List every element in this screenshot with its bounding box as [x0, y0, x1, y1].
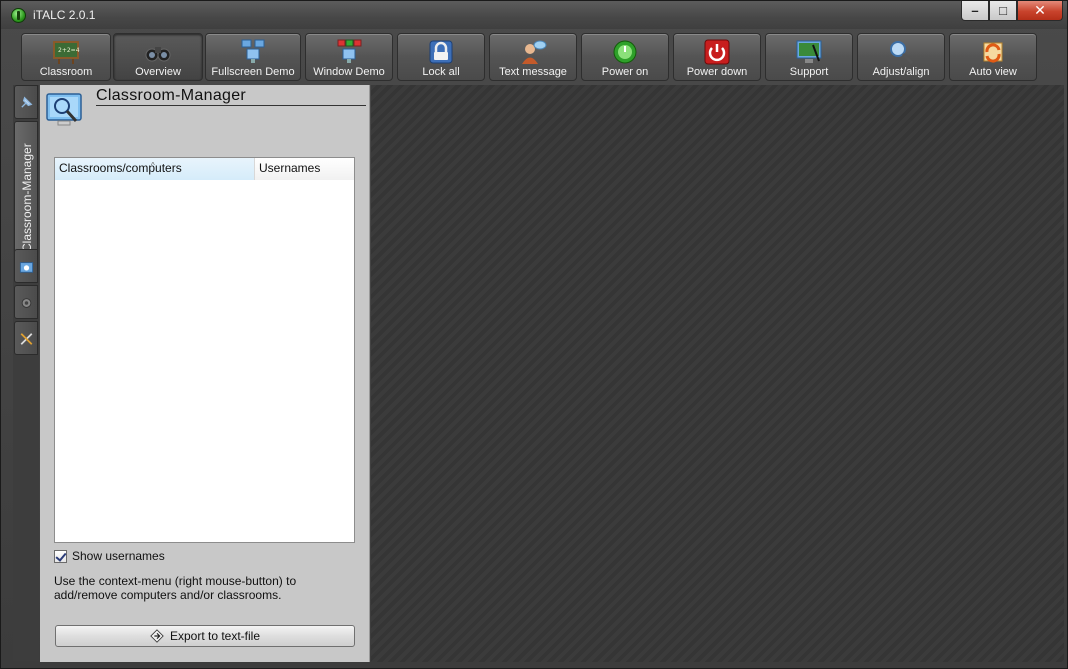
support-icon	[796, 40, 822, 63]
panel-title: Classroom-Manager	[96, 87, 247, 104]
power-down-label: Power down	[686, 66, 748, 78]
side-tab-bar: Classroom-Manager	[13, 85, 39, 661]
computer-overview-area[interactable]	[371, 85, 1064, 662]
window-demo-label: Window Demo	[313, 66, 385, 78]
power-on-button[interactable]: Power on	[581, 33, 669, 81]
classroom-manager-icon	[46, 93, 82, 126]
fullscreen-demo-button[interactable]: Fullscreen Demo	[205, 33, 301, 81]
power-down-icon	[704, 39, 730, 65]
adjust-align-label: Adjust/align	[872, 66, 930, 78]
power-on-label: Power on	[601, 66, 649, 78]
power-on-icon	[613, 40, 637, 64]
snapshot-icon	[19, 262, 34, 273]
binoculars-icon	[145, 47, 171, 62]
column-header-classrooms-label: Classrooms/computers	[59, 161, 182, 175]
side-tab-tools[interactable]	[14, 285, 38, 319]
show-usernames-checkbox[interactable]	[54, 549, 67, 563]
minimize-button[interactable]: –	[961, 1, 989, 21]
title-bar[interactable]: iTALC 2.0.1 – □ ✕	[1, 1, 1067, 29]
fullscreen-demo-label: Fullscreen Demo	[211, 66, 295, 78]
magnifier-icon	[890, 41, 914, 65]
adjust-align-button[interactable]: Adjust/align	[857, 33, 945, 81]
support-button[interactable]: Support	[765, 33, 853, 81]
column-header-usernames[interactable]: Usernames	[255, 158, 354, 180]
auto-view-icon	[983, 42, 1003, 63]
auto-view-label: Auto view	[969, 66, 1017, 78]
sort-ascending-icon: ^	[151, 161, 155, 170]
panel-title-underline	[96, 105, 366, 106]
maximize-button[interactable]: □	[989, 1, 1017, 21]
column-header-usernames-label: Usernames	[259, 161, 321, 175]
close-icon: ✕	[1034, 2, 1046, 18]
auto-view-button[interactable]: Auto view	[949, 33, 1037, 81]
text-message-label: Text message	[499, 66, 567, 78]
window-demo-button[interactable]: Window Demo	[305, 33, 393, 81]
window-demo-icon	[337, 39, 362, 63]
lock-icon	[429, 40, 453, 64]
classroom-tree[interactable]: ^ Classrooms/computers Usernames	[54, 157, 355, 543]
show-usernames-label: Show usernames	[72, 549, 165, 563]
classroom-manager-panel: Classroom-Manager ^ Classrooms/computers…	[40, 85, 370, 662]
minimize-icon: –	[971, 3, 979, 18]
export-button[interactable]: Export to text-file	[55, 625, 355, 647]
app-logo-icon	[11, 8, 26, 23]
tools-icon	[21, 298, 32, 308]
text-message-icon	[522, 40, 547, 64]
maximize-icon: □	[999, 3, 1007, 18]
export-button-label: Export to text-file	[169, 629, 261, 643]
column-header-classrooms[interactable]: ^ Classrooms/computers	[55, 158, 255, 180]
app-window: iTALC 2.0.1 – □ ✕ 2+2=4 Classroom Overvi…	[0, 0, 1068, 669]
side-tab-configuration[interactable]	[14, 321, 38, 355]
side-tab-pin[interactable]	[14, 85, 38, 119]
close-button[interactable]: ✕	[1017, 1, 1063, 21]
chalkboard-icon: 2+2=4	[53, 41, 80, 64]
support-label: Support	[789, 66, 829, 78]
wrench-icon	[20, 333, 33, 345]
power-down-button[interactable]: Power down	[673, 33, 761, 81]
lock-all-label: Lock all	[422, 66, 460, 78]
text-message-button[interactable]: Text message	[489, 33, 577, 81]
side-tab-classroom-manager-label: Classroom-Manager	[20, 143, 34, 252]
window-controls: – □ ✕	[961, 1, 1063, 21]
classroom-label: Classroom	[39, 66, 93, 78]
context-menu-hint: Use the context-menu (right mouse-button…	[54, 574, 297, 602]
side-tab-snapshots[interactable]	[14, 249, 38, 283]
export-icon	[150, 629, 164, 643]
tree-header: ^ Classrooms/computers Usernames	[55, 158, 354, 180]
classroom-button[interactable]: 2+2=4 Classroom	[21, 33, 111, 81]
main-toolbar: 2+2=4 Classroom Overview Fullscreen Demo	[13, 30, 1065, 82]
overview-label: Overview	[135, 66, 181, 78]
pin-icon	[21, 96, 33, 108]
fullscreen-demo-icon	[241, 39, 265, 63]
svg-text:2+2=4: 2+2=4	[58, 47, 80, 54]
window-title: iTALC 2.0.1	[33, 8, 96, 22]
overview-button[interactable]: Overview	[113, 33, 203, 81]
show-usernames-row[interactable]: Show usernames	[54, 549, 165, 563]
lock-all-button[interactable]: Lock all	[397, 33, 485, 81]
